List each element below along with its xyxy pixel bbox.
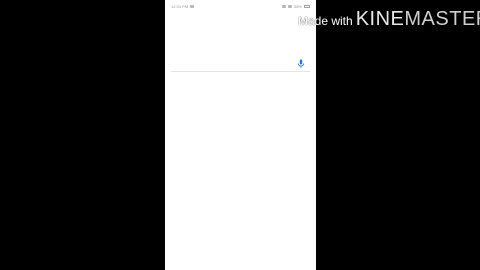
watermark-made-with: Made with xyxy=(298,14,353,28)
kinemaster-watermark: Made with KINEMASTER xyxy=(298,8,480,31)
status-time: 12:34 PM xyxy=(171,3,189,9)
phone-screen: 12:34 PM 58% xyxy=(165,0,316,270)
watermark-brand: KINEMASTER xyxy=(356,8,480,31)
video-frame: 12:34 PM 58% Made with KINEMASTER xyxy=(0,0,480,270)
search-bar[interactable] xyxy=(171,56,310,72)
watermark-brand-kine: KINE xyxy=(355,8,405,30)
watermark-brand-master: MASTER xyxy=(404,8,480,30)
signal-icon xyxy=(281,4,286,8)
status-left: 12:34 PM xyxy=(171,3,195,9)
status-bar: 12:34 PM 58% xyxy=(165,0,316,12)
search-input[interactable] xyxy=(173,58,291,70)
mic-icon[interactable] xyxy=(297,59,305,69)
notification-icon xyxy=(190,4,195,8)
wifi-icon xyxy=(287,4,292,8)
